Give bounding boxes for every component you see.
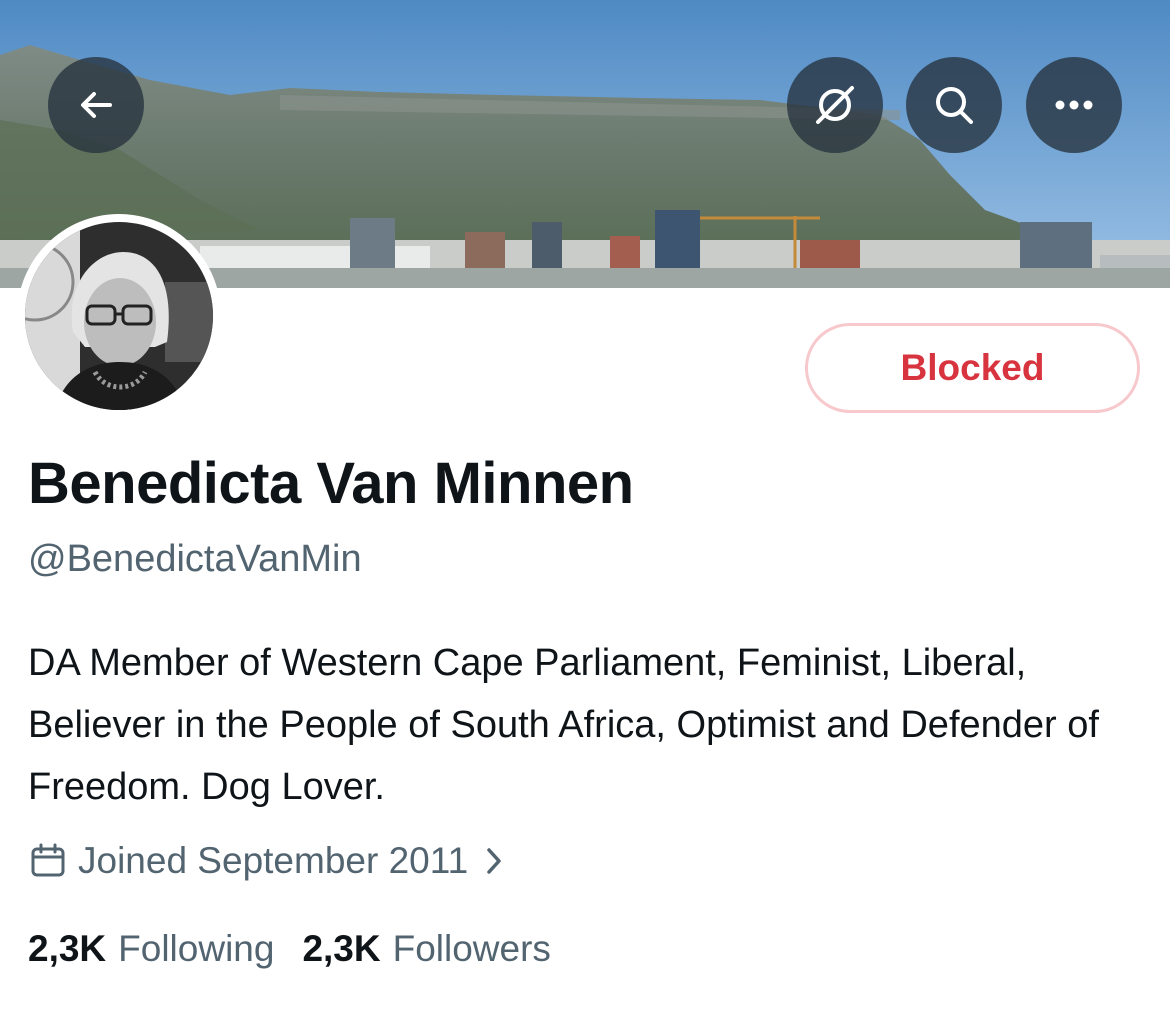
following-count: 2,3K: [28, 928, 107, 969]
follow-stats: 2,3K Following 2,3K Followers: [28, 928, 551, 970]
grok-icon: [816, 86, 854, 124]
grok-button[interactable]: [787, 57, 883, 153]
chevron-right-icon: [484, 845, 504, 877]
profile-name: Benedicta Van Minnen: [28, 451, 634, 516]
profile-bio: DA Member of Western Cape Parliament, Fe…: [28, 642, 1099, 808]
blocked-button[interactable]: Blocked: [805, 323, 1140, 413]
joined-date-link[interactable]: Joined September 2011: [30, 840, 504, 882]
joined-date-text: Joined September 2011: [78, 840, 469, 881]
more-horizontal-icon: [1055, 100, 1093, 110]
following-label: Following: [118, 928, 275, 969]
followers-link[interactable]: 2,3K Followers: [302, 928, 550, 970]
blocked-button-label: Blocked: [900, 347, 1045, 388]
search-button[interactable]: [906, 57, 1002, 153]
avatar[interactable]: [17, 214, 221, 418]
more-options-button[interactable]: [1026, 57, 1122, 153]
calendar-icon: [30, 843, 66, 879]
arrow-left-icon: [81, 92, 112, 118]
followers-label: Followers: [392, 928, 551, 969]
search-icon: [936, 87, 973, 124]
following-link[interactable]: 2,3K Following: [28, 928, 274, 970]
followers-count: 2,3K: [302, 928, 381, 969]
back-button[interactable]: [48, 57, 144, 153]
avatar-image: [25, 222, 213, 410]
profile-handle: @BenedictaVanMin: [28, 538, 362, 580]
